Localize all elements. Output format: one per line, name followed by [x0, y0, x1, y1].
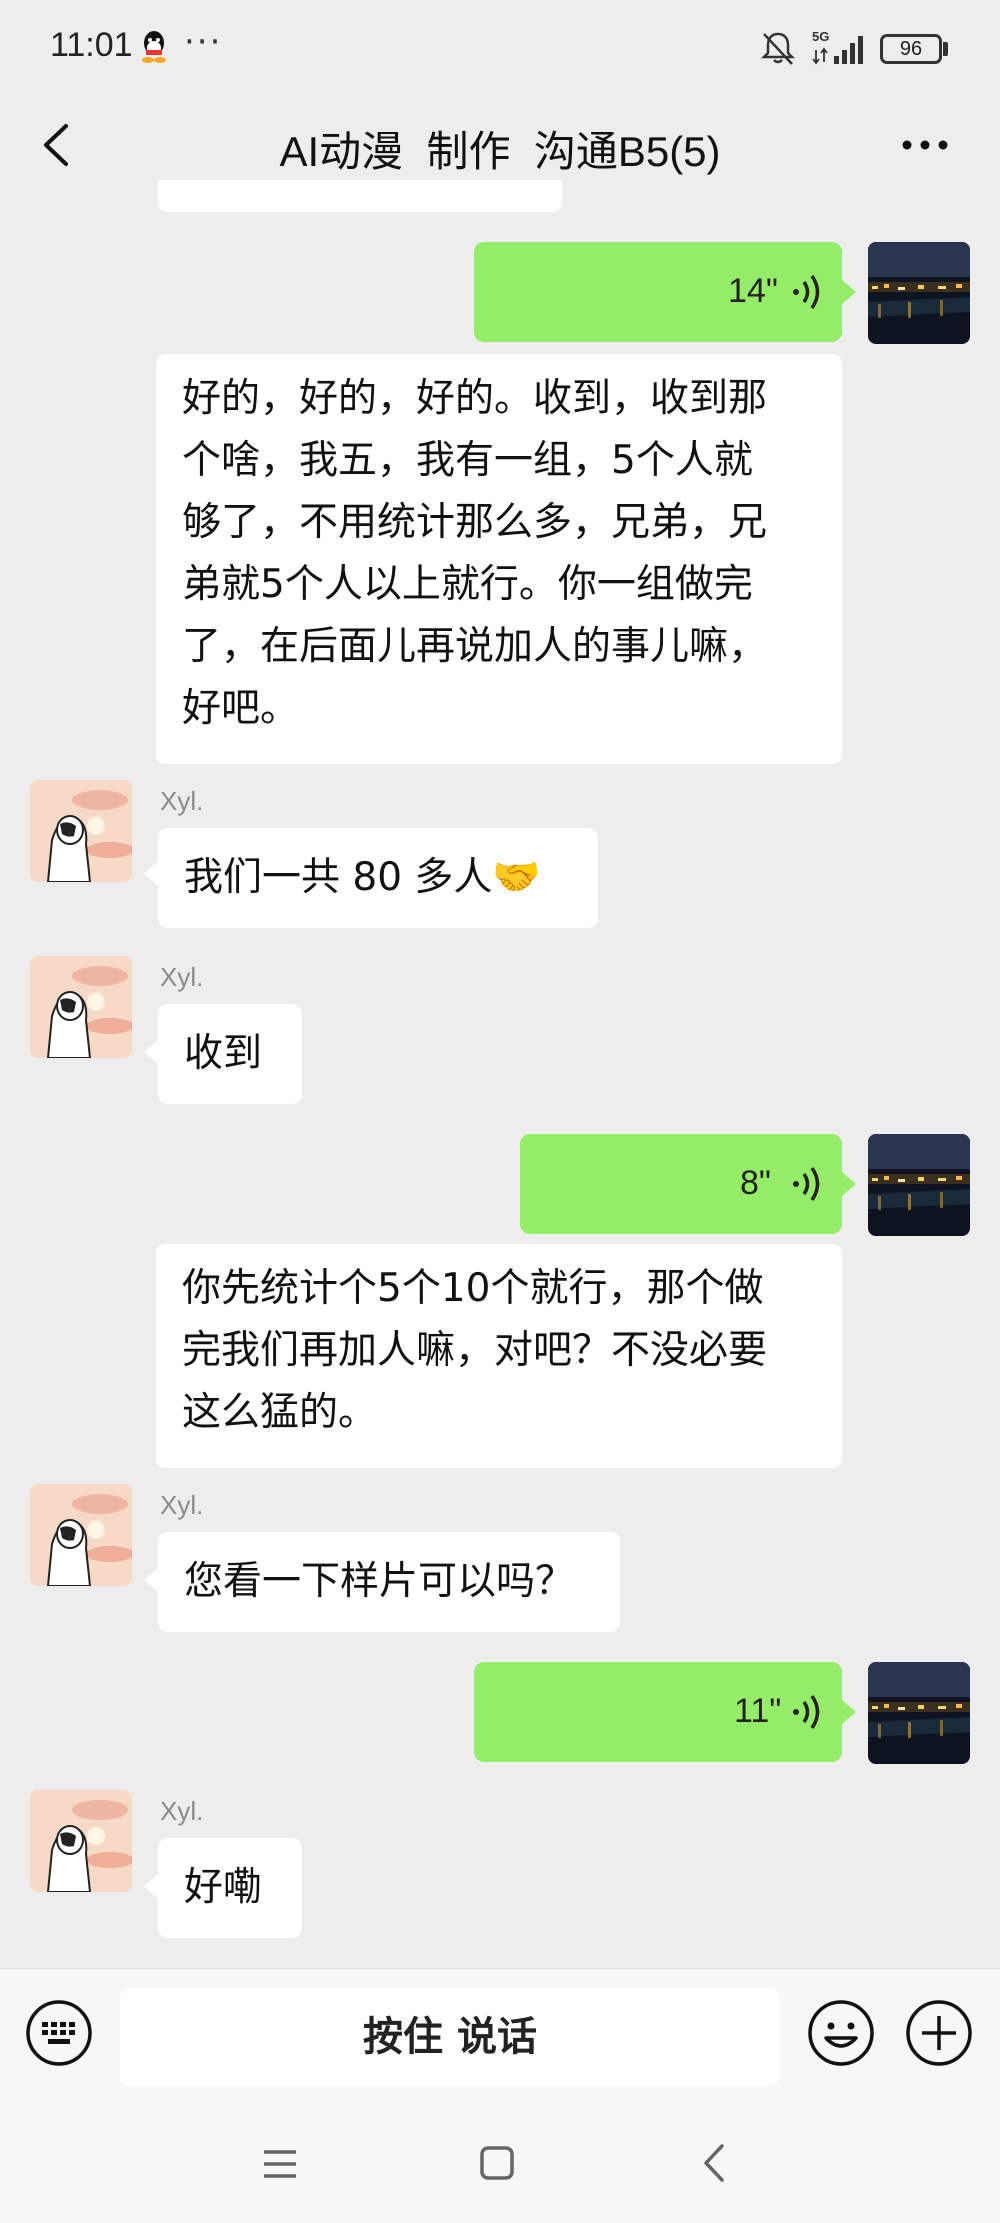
message-text: 你先统计个5个10个就行，那个做 完我们再加人嘛，对吧？不没必要 这么猛的。	[156, 1244, 842, 1458]
text-message-bubble[interactable]: 收到	[158, 1004, 302, 1104]
bubble-tail	[842, 1700, 856, 1724]
nav-back-icon[interactable]	[700, 2142, 728, 2184]
sender-name: Xyl.	[160, 1490, 204, 1520]
voice-wave-icon	[793, 1695, 820, 1729]
emoji-icon[interactable]	[806, 1998, 876, 2068]
night-city-avatar-image	[868, 1662, 970, 1764]
message-line: 这么猛的。	[182, 1390, 378, 1435]
bubble-tail	[144, 1040, 158, 1064]
message-text: 您看一下样片可以吗？	[184, 1559, 575, 1604]
night-city-avatar-image	[868, 242, 970, 344]
message-text: 我们一共 80 多人🤝	[184, 855, 541, 900]
message-text: 好的，好的，好的。收到，收到那 个啥，我五，我有一组，5个人就 够了，不用统计那…	[156, 354, 842, 754]
message-line: 你先统计个5个10个就行，那个做	[182, 1266, 764, 1311]
status-time: 11:01	[50, 26, 133, 64]
status-more-icon: ···	[184, 22, 223, 62]
message-line: 弟就5个人以上就行。你一组做完	[182, 562, 753, 607]
text-message-bubble[interactable]: 我们一共 80 多人🤝	[158, 828, 598, 928]
anime-avatar-image	[30, 780, 132, 882]
avatar[interactable]	[868, 1662, 970, 1764]
sender-avatar[interactable]	[30, 956, 132, 1058]
hold-to-talk-button[interactable]: 按住 说话	[120, 1988, 780, 2086]
voice-duration: 11"	[734, 1692, 782, 1730]
battery-tip	[943, 42, 948, 56]
voice-message-bubble[interactable]	[474, 242, 842, 342]
voice-message-bubble[interactable]	[474, 1662, 842, 1762]
back-icon[interactable]	[38, 122, 74, 168]
message-line: 好的，好的，好的。收到，收到那	[182, 376, 768, 421]
text-message-bubble[interactable]: 您看一下样片可以吗？	[158, 1532, 620, 1632]
message-line: 完我们再加人嘛，对吧？不没必要	[182, 1328, 768, 1373]
text-message-bubble[interactable]: 好的，好的，好的。收到，收到那 个啥，我五，我有一组，5个人就 够了，不用统计那…	[156, 354, 842, 764]
message-text: 收到	[184, 1031, 263, 1076]
anime-avatar-image	[30, 1790, 132, 1892]
message-line: 好吧。	[182, 686, 300, 731]
voice-duration: 8"	[740, 1164, 771, 1202]
network-type-label: 5G	[812, 29, 829, 44]
bubble-tail	[842, 280, 856, 304]
previous-message-bubble	[158, 180, 562, 212]
bubble-tail	[144, 1568, 158, 1592]
avatar[interactable]	[868, 1134, 970, 1236]
battery-level: 96	[880, 34, 942, 64]
message-text: 好嘞	[184, 1865, 263, 1910]
anime-avatar-image	[30, 1484, 132, 1586]
message-line: 了，在后面儿再说加人的事儿嘛，	[182, 624, 768, 669]
bubble-tail	[144, 1874, 158, 1898]
avatar[interactable]	[868, 242, 970, 344]
nav-menu-icon[interactable]	[260, 2146, 300, 2182]
signal-icon: 5G	[812, 29, 863, 65]
sender-avatar[interactable]	[30, 780, 132, 882]
mute-icon	[760, 32, 796, 65]
message-line: 够了，不用统计那么多，兄弟，兄	[182, 500, 768, 545]
sender-avatar[interactable]	[30, 1790, 132, 1892]
more-icon[interactable]	[900, 130, 950, 160]
voice-duration: 14"	[728, 272, 778, 310]
sender-avatar[interactable]	[30, 1484, 132, 1586]
plus-icon[interactable]	[904, 1998, 974, 2068]
qq-icon	[142, 31, 166, 63]
nav-home-icon[interactable]	[478, 2144, 516, 2182]
bubble-tail	[144, 862, 158, 886]
text-message-bubble[interactable]: 你先统计个5个10个就行，那个做 完我们再加人嘛，对吧？不没必要 这么猛的。	[156, 1244, 842, 1468]
sender-name: Xyl.	[160, 1796, 204, 1826]
sender-name: Xyl.	[160, 786, 204, 816]
sender-name: Xyl.	[160, 962, 204, 992]
text-message-bubble[interactable]: 好嘞	[158, 1838, 302, 1938]
voice-wave-icon	[793, 275, 820, 309]
chat-title: AI动漫 制作 沟通B5(5)	[279, 128, 721, 175]
message-line: 个啥，我五，我有一组，5个人就	[182, 438, 753, 483]
keyboard-icon[interactable]	[24, 1998, 94, 2068]
anime-avatar-image	[30, 956, 132, 1058]
bubble-tail	[842, 1172, 856, 1196]
voice-wave-icon	[793, 1167, 820, 1201]
night-city-avatar-image	[868, 1134, 970, 1236]
